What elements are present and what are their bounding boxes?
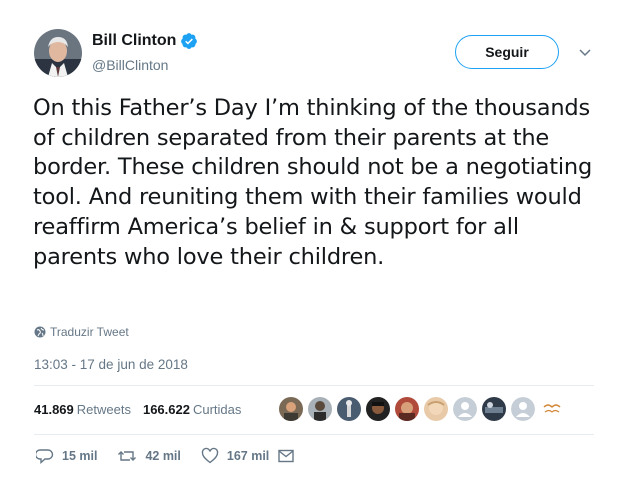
verified-badge-icon [181,33,198,49]
liker-avatar[interactable] [424,397,448,421]
retweet-count: 42 mil [145,449,181,463]
tweet-timestamp[interactable]: 13:03 - 17 de jun de 2018 [34,357,188,372]
user-handle[interactable]: @BillClinton [92,57,168,73]
like-count: 167 mil [226,449,270,463]
tweet-stats: 41.869 Retweets 166.622 Curtidas [34,402,241,417]
chevron-down-icon[interactable] [578,45,592,59]
logo-avatar[interactable] [540,397,564,421]
retweets-label: Retweets [76,402,131,417]
divider [34,434,594,435]
follow-button[interactable]: Seguir [455,35,559,69]
envelope-icon [278,449,294,463]
translate-label[interactable]: Traduzir Tweet [50,325,129,339]
reply-count: 15 mil [62,449,98,463]
default-avatar-icon[interactable] [511,397,535,421]
retweets-stat[interactable]: 41.869 Retweets [34,402,131,417]
divider [34,385,594,386]
liker-avatar[interactable] [395,397,419,421]
display-name[interactable]: Bill Clinton [92,32,176,50]
heart-icon [201,447,219,464]
action-bar: 15 mil 42 mil 167 mil [36,447,303,465]
direct-message-button[interactable] [277,447,303,465]
likes-count: 166.622 [142,402,190,417]
liker-avatar[interactable] [482,397,506,421]
user-name-row[interactable]: Bill Clinton [92,32,198,50]
reply-icon [36,449,54,465]
liker-avatar[interactable] [366,397,390,421]
translate-tweet-link[interactable]: Traduzir Tweet [34,325,129,339]
avatar[interactable] [34,29,82,77]
like-button[interactable]: 167 mil [201,447,269,465]
liker-avatar[interactable] [337,397,361,421]
liker-avatars [279,397,569,421]
tweet-text: On this Father’s Day I’m thinking of the… [33,95,593,270]
default-avatar-icon[interactable] [453,397,477,421]
likes-label: Curtidas [192,402,242,417]
retweets-count: 41.869 [34,402,74,417]
retweet-icon [118,451,137,461]
liker-avatar[interactable] [308,397,332,421]
likes-stat[interactable]: 166.622 Curtidas [143,402,241,417]
globe-icon [34,326,46,338]
retweet-button[interactable]: 42 mil [117,447,181,465]
reply-button[interactable]: 15 mil [36,447,97,465]
liker-avatar[interactable] [279,397,303,421]
